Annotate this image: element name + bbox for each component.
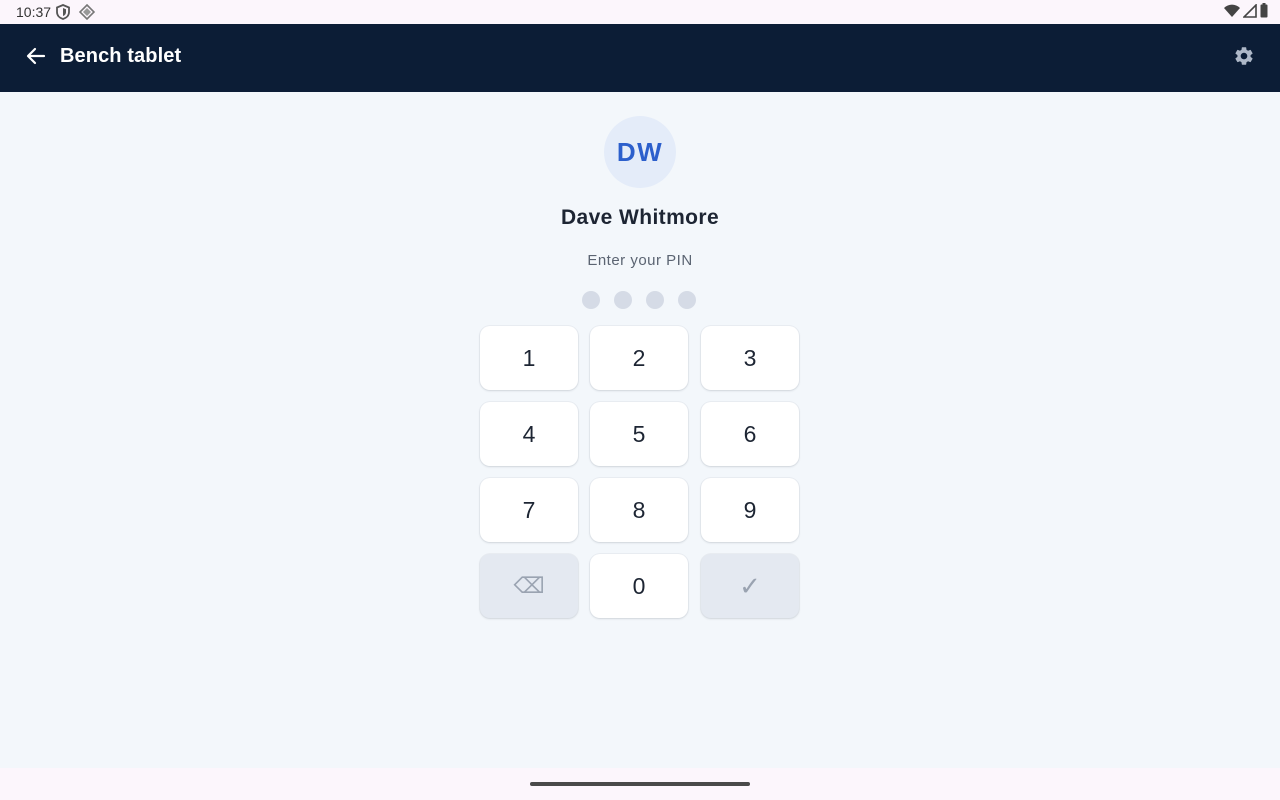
pin-dot bbox=[614, 291, 632, 309]
navigation-bar bbox=[0, 768, 1280, 800]
backspace-button[interactable]: ⌫ bbox=[480, 554, 578, 618]
key-7[interactable]: 7 bbox=[480, 478, 578, 542]
diamond-icon bbox=[78, 3, 96, 21]
backspace-icon: ⌫ bbox=[513, 573, 545, 598]
back-button[interactable] bbox=[20, 42, 52, 74]
key-8[interactable]: 8 bbox=[590, 478, 688, 542]
page-title: Bench tablet bbox=[60, 45, 182, 67]
key-1[interactable]: 1 bbox=[480, 326, 578, 390]
pin-dot bbox=[582, 291, 600, 309]
avatar: DW bbox=[604, 116, 676, 188]
home-gesture-handle[interactable] bbox=[530, 782, 750, 786]
check-icon: ✓ bbox=[739, 570, 761, 601]
key-4[interactable]: 4 bbox=[480, 402, 578, 466]
key-2[interactable]: 2 bbox=[590, 326, 688, 390]
key-9[interactable]: 9 bbox=[701, 478, 799, 542]
key-3[interactable]: 3 bbox=[701, 326, 799, 390]
pin-prompt: Enter your PIN bbox=[587, 252, 693, 269]
settings-button[interactable] bbox=[1230, 44, 1258, 72]
pin-dot bbox=[678, 291, 696, 309]
pin-dot bbox=[646, 291, 664, 309]
submit-button[interactable]: ✓ bbox=[701, 554, 799, 618]
pin-entry-panel: DW Dave Whitmore Enter your PIN 1 2 3 4 … bbox=[0, 92, 1280, 768]
status-bar: 10:37 bbox=[0, 0, 1280, 24]
cell-signal-icon bbox=[1242, 2, 1257, 21]
key-6[interactable]: 6 bbox=[701, 402, 799, 466]
shield-icon bbox=[56, 4, 70, 20]
key-5[interactable]: 5 bbox=[590, 402, 688, 466]
arrow-left-icon bbox=[26, 46, 46, 71]
user-name: Dave Whitmore bbox=[560, 206, 720, 229]
app-bar: Bench tablet bbox=[0, 24, 1280, 92]
avatar-initials: DW bbox=[616, 136, 664, 167]
wifi-icon bbox=[1224, 4, 1240, 21]
status-time: 10:37 bbox=[16, 4, 52, 20]
battery-icon bbox=[1260, 3, 1268, 21]
key-0[interactable]: 0 bbox=[590, 554, 688, 618]
pin-indicator bbox=[582, 291, 696, 309]
gear-icon bbox=[1233, 45, 1255, 72]
